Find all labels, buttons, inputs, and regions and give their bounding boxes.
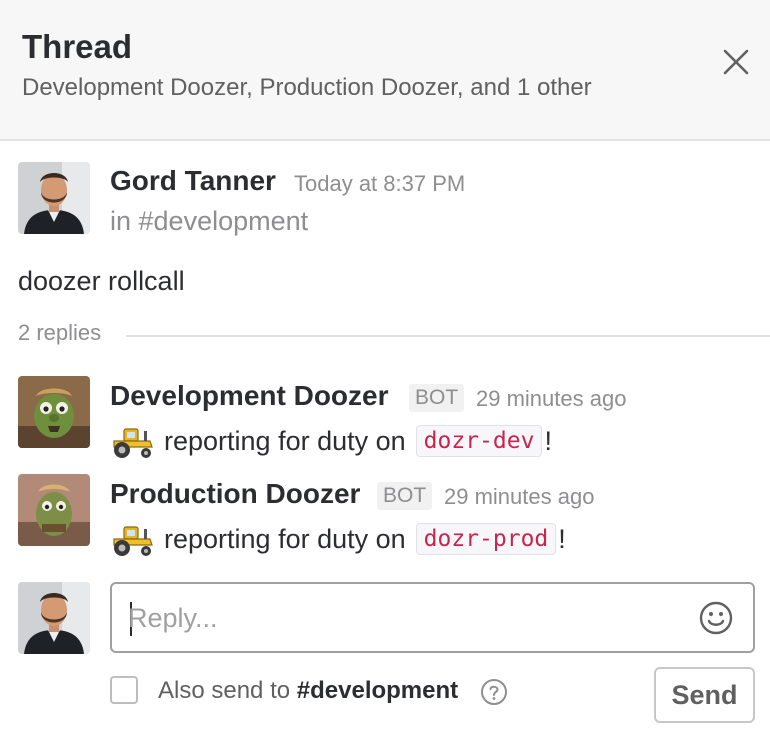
reply-timestamp[interactable]: 29 minutes ago xyxy=(444,484,594,510)
message-timestamp[interactable]: Today at 8:37 PM xyxy=(294,171,465,197)
bot-badge: BOT xyxy=(409,384,465,412)
inline-code: dozr-prod xyxy=(415,523,557,555)
help-icon[interactable] xyxy=(480,678,508,706)
thread-title: Thread xyxy=(22,28,133,65)
avatar-development-doozer[interactable] xyxy=(18,376,90,448)
reply-author[interactable]: Development Doozer xyxy=(110,380,389,412)
avatar-gord-tanner[interactable] xyxy=(18,162,90,234)
avatar-production-doozer[interactable] xyxy=(18,474,90,546)
reply-input[interactable] xyxy=(128,596,688,640)
bot-badge: BOT xyxy=(377,482,433,510)
send-button[interactable]: Send xyxy=(654,667,755,723)
also-send-label[interactable]: Also send to #development xyxy=(158,677,458,705)
reply-author[interactable]: Production Doozer xyxy=(110,478,360,510)
also-send-channel: #development xyxy=(296,677,459,704)
also-send-checkbox[interactable] xyxy=(110,676,138,704)
emoji-icon[interactable] xyxy=(698,600,734,636)
reply-body: reporting for duty on dozr-prod ! xyxy=(110,519,566,559)
tractor-emoji xyxy=(113,526,153,556)
reply-suffix: ! xyxy=(544,425,552,456)
reply-suffix: ! xyxy=(558,523,566,554)
message-text: doozer rollcall xyxy=(18,266,185,296)
thread-header: Thread Development Doozer, Production Do… xyxy=(0,0,770,141)
inline-code: dozr-dev xyxy=(415,425,543,457)
reply-text: reporting for duty on xyxy=(164,523,406,554)
also-send-prefix: Also send to xyxy=(158,677,291,704)
reply-text: reporting for duty on xyxy=(164,425,406,456)
thread-participants: Development Doozer, Production Doozer, a… xyxy=(22,74,592,101)
close-icon[interactable] xyxy=(718,44,754,80)
replies-count: 2 replies xyxy=(18,320,102,345)
replies-divider: 2 replies xyxy=(18,320,770,348)
reply-body: reporting for duty on dozr-dev ! xyxy=(110,421,552,461)
message-author[interactable]: Gord Tanner xyxy=(110,165,276,197)
reply-timestamp[interactable]: 29 minutes ago xyxy=(476,386,626,412)
divider-line xyxy=(126,335,770,337)
avatar-current-user xyxy=(18,582,90,654)
reply-input-box[interactable] xyxy=(110,582,755,653)
tractor-emoji xyxy=(113,428,153,458)
message-channel[interactable]: in #development xyxy=(110,206,308,237)
